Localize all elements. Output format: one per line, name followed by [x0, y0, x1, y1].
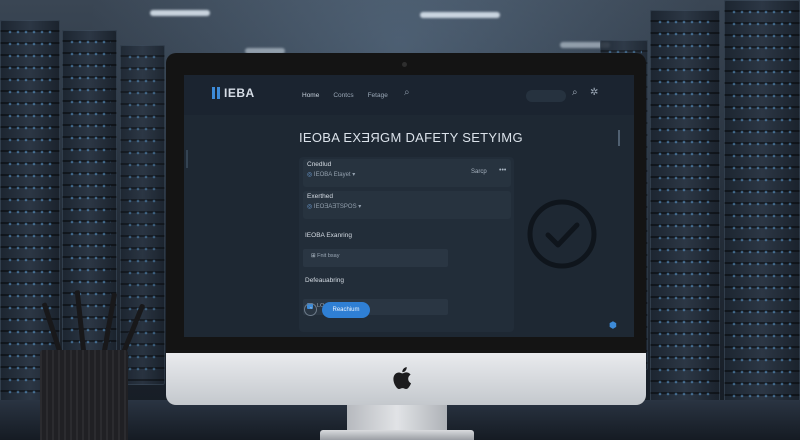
camera: [402, 62, 407, 67]
search-icon[interactable]: ⌕: [572, 87, 578, 98]
section-title: Defeauabring: [305, 277, 345, 284]
screen: IEBA Home Contcs Fetage ⌕ ⌕ ✲ IEOBA EXƎЯ…: [184, 75, 634, 337]
server-rack: [62, 30, 117, 400]
page-title: IEOBA EXƎЯGM DAFETY SETYIMG: [299, 130, 523, 145]
settings-card[interactable]: Cnedlud ◎ IEOBA Etayet ▾ Sarcp •••: [303, 159, 511, 187]
shield-icon[interactable]: ⬢: [609, 320, 617, 331]
server-rack: [724, 0, 800, 410]
card-title: Exerthed: [307, 193, 334, 200]
imac-monitor: IEBA Home Contcs Fetage ⌕ ⌕ ✲ IEOBA EXƎЯ…: [166, 53, 646, 405]
more-icon[interactable]: •••: [499, 167, 506, 174]
settings-card[interactable]: Exerthed ◎ IEOƎAƎTSPOS ▾: [303, 191, 511, 219]
primary-button[interactable]: Reachium: [322, 302, 370, 318]
scrollbar[interactable]: [618, 130, 620, 146]
section-title: IEOBA Exanring: [305, 232, 352, 239]
pencil-cup: [40, 350, 128, 440]
search-icon[interactable]: ⌕: [404, 87, 410, 98]
ceiling-light: [150, 10, 210, 16]
card-dropdown[interactable]: ◎ IEOBA Etayet ▾: [307, 171, 355, 178]
card-dropdown[interactable]: ◎ IEOƎAƎTSPOS ▾: [307, 203, 361, 210]
ceiling-light: [420, 12, 500, 18]
card-title: Cnedlud: [307, 161, 332, 168]
nav-item-features[interactable]: Fetage: [368, 92, 388, 99]
search-input[interactable]: [526, 90, 566, 102]
card-action[interactable]: Sarcp: [471, 169, 487, 175]
apple-logo-icon: [393, 367, 411, 389]
field-value: ⊞ Fnit bsay: [311, 253, 340, 259]
top-navigation-bar: IEBA Home Contcs Fetage ⌕ ⌕ ✲: [184, 75, 634, 115]
nav-item-contacts[interactable]: Contcs: [333, 92, 353, 99]
logo-text: IEBA: [224, 86, 255, 100]
monitor-chin: [166, 353, 646, 405]
server-rack: [120, 45, 165, 385]
gear-icon[interactable]: ✲: [590, 87, 598, 98]
sidebar-indicator: [186, 150, 188, 168]
logo-icon: [212, 87, 220, 99]
main-nav: Home Contcs Fetage: [302, 92, 388, 99]
nav-item-home[interactable]: Home: [302, 92, 319, 99]
checkmark-circle-icon: [527, 199, 597, 269]
text-field[interactable]: ⊞ Fnit bsay: [303, 249, 448, 267]
server-rack: [650, 10, 720, 405]
app-logo[interactable]: IEBA: [212, 86, 255, 100]
monitor-stand-base: [320, 430, 474, 440]
info-icon[interactable]: ◔: [304, 303, 317, 316]
